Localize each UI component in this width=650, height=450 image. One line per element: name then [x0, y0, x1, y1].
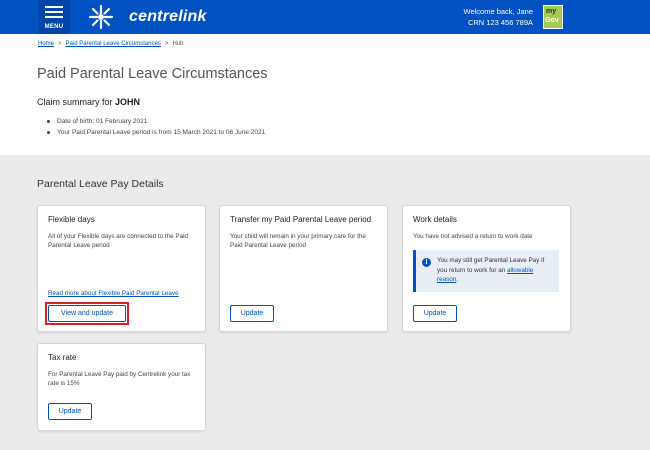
crn-text: CRN 123 456 789A: [467, 18, 533, 27]
card-body: All of your Flexible days are connected …: [48, 233, 189, 249]
hamburger-icon-line: [45, 16, 63, 18]
brand-name[interactable]: centrelink: [129, 8, 207, 26]
transfer-update-button[interactable]: Update: [230, 305, 274, 322]
work-details-card: Work details You have not advised a retu…: [402, 205, 571, 332]
welcome-text: Welcome back, Jane: [463, 7, 533, 16]
info-end: .: [456, 276, 459, 283]
mygov-logo[interactable]: my Gov: [543, 5, 563, 29]
card-title: Work details: [413, 215, 457, 224]
page-title: Paid Parental Leave Circumstances: [37, 66, 268, 82]
claim-summary-list: Date of birth: 01 February 2021 Your Pai…: [47, 116, 265, 138]
claim-summary-heading: Claim summary for JOHN: [37, 97, 140, 107]
work-update-button[interactable]: Update: [413, 305, 457, 322]
list-item: Date of birth: 01 February 2021: [47, 116, 265, 127]
tax-update-button[interactable]: Update: [48, 403, 92, 420]
view-and-update-button[interactable]: View and update: [48, 305, 126, 322]
claim-summary-name: JOHN: [115, 97, 141, 107]
transfer-period-card: Transfer my Paid Parental Leave period Y…: [219, 205, 388, 332]
mygov-logo-gov: Gov: [545, 17, 559, 24]
card-body: You have not advised a return to work da…: [413, 233, 533, 240]
claim-summary-prefix: Claim summary for: [37, 97, 113, 107]
breadcrumb-separator: >: [164, 41, 169, 47]
card-body: For Parental Leave Pay paid by Centrelin…: [48, 371, 191, 387]
section-title: Parental Leave Pay Details: [37, 178, 164, 190]
tax-rate-card: Tax rate For Parental Leave Pay paid by …: [37, 343, 206, 431]
top-bar: MENU centrelink Welcome back, Jane CRN 1…: [0, 0, 650, 34]
card-title: Tax rate: [48, 353, 77, 362]
menu-button[interactable]: MENU: [38, 0, 70, 34]
hamburger-icon-line: [45, 11, 63, 13]
list-item: Your Paid Parental Leave period is from …: [47, 127, 265, 138]
card-title: Transfer my Paid Parental Leave period: [230, 215, 372, 224]
user-info: Welcome back, Jane CRN 123 456 789A: [464, 6, 533, 28]
breadcrumb-home[interactable]: Home: [38, 41, 54, 47]
flexible-leave-link[interactable]: Read more about Flexible Paid Parental L…: [48, 290, 179, 297]
info-notice: i You may still get Parental Leave Pay i…: [413, 250, 559, 292]
card-body: Your child will remain in your primary c…: [230, 233, 366, 249]
breadcrumb-current: Hub: [172, 41, 184, 47]
info-text: You may still get Parental Leave Pay if …: [437, 256, 555, 285]
menu-label: MENU: [44, 24, 64, 30]
info-icon: i: [422, 258, 431, 267]
card-title: Flexible days: [48, 215, 95, 224]
centrelink-star-logo-icon[interactable]: [88, 4, 114, 30]
breadcrumb-separator: >: [58, 41, 62, 47]
mygov-logo-my: my: [546, 8, 557, 15]
breadcrumb-circumstances[interactable]: Paid Parental Leave Circumstances: [66, 41, 161, 47]
hamburger-icon: [45, 6, 63, 8]
flexible-days-card: Flexible days All of your Flexible days …: [37, 205, 206, 332]
breadcrumb: Home > Paid Parental Leave Circumstances > H…: [38, 41, 183, 47]
